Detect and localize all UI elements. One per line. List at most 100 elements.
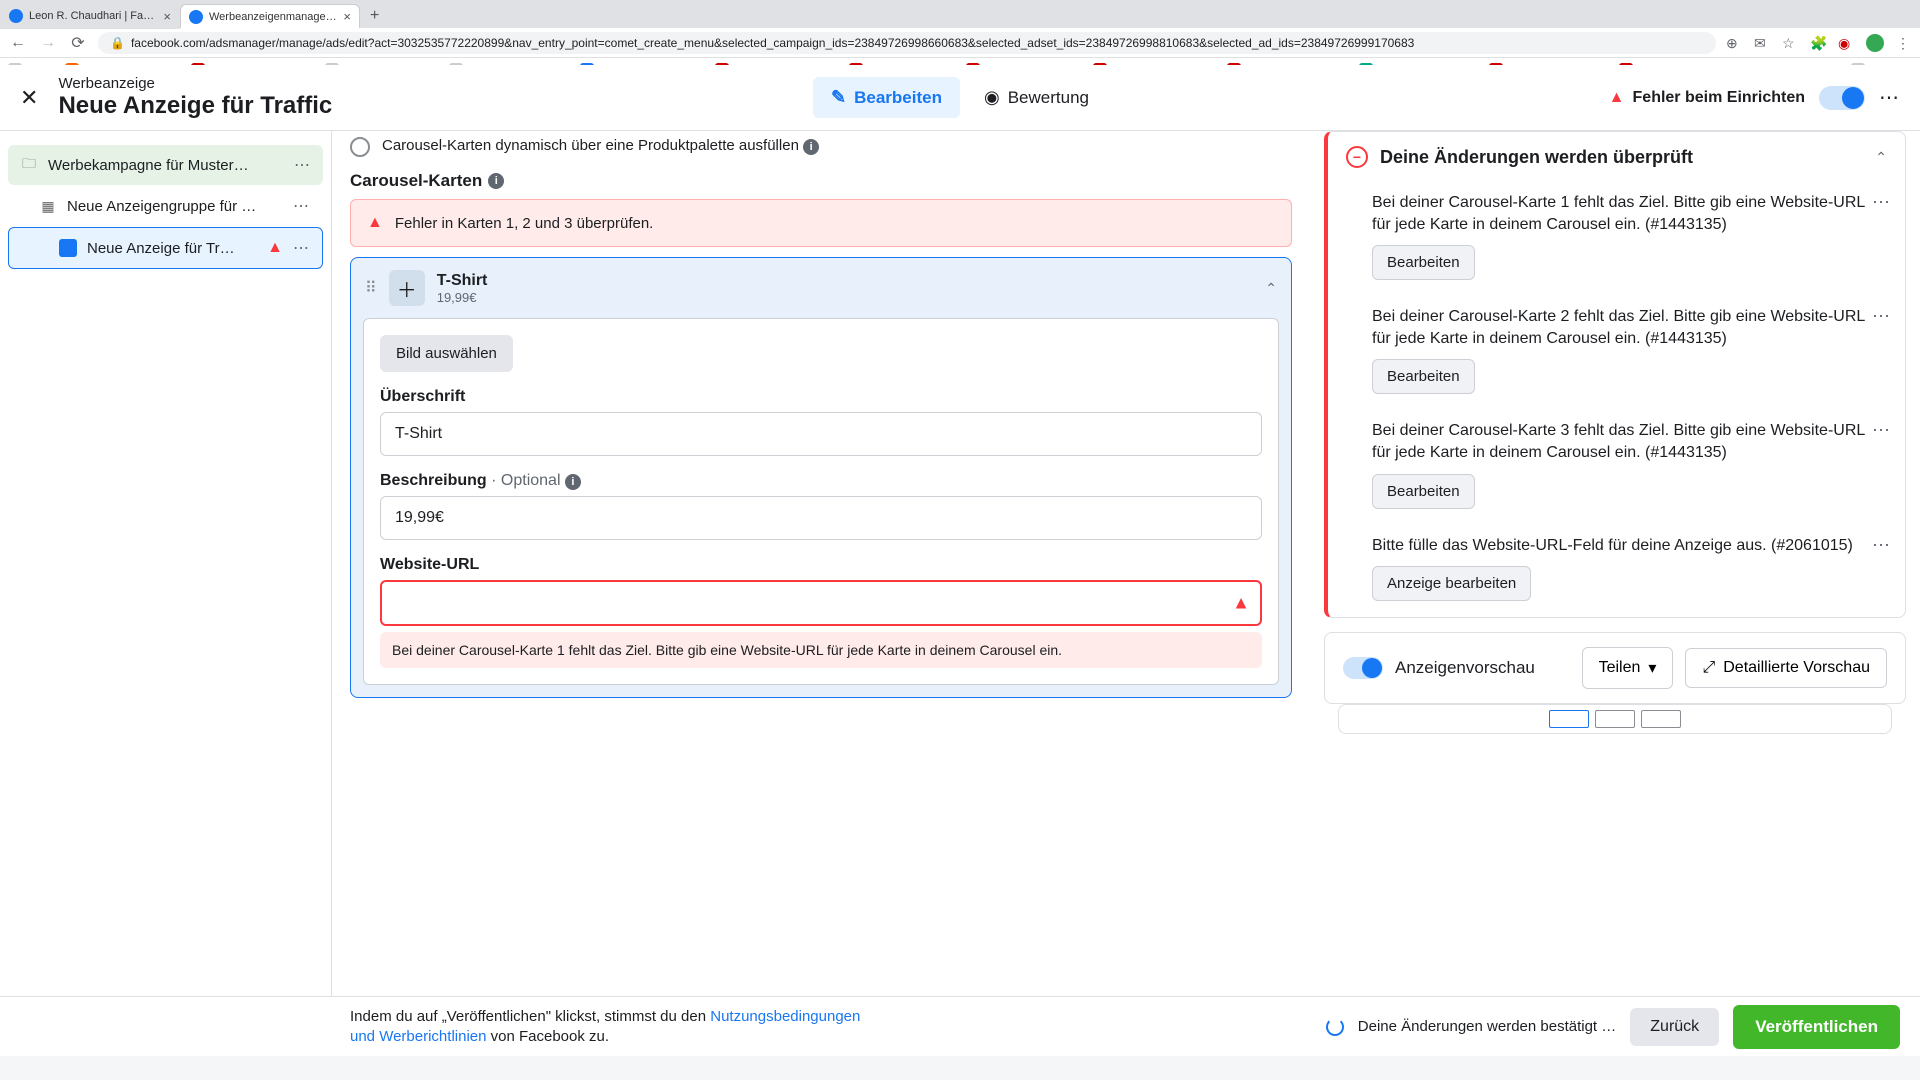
tab-title: Leon R. Chaudhari | Facebook (29, 10, 157, 22)
warning-icon: ▲ (1609, 89, 1625, 107)
browser-tab[interactable]: Leon R. Chaudhari | Facebook × (0, 4, 180, 29)
extension-icon[interactable]: 🧩 (1810, 35, 1826, 51)
card-header: ⠿ ＋ T-Shirt 19,99€ ⌃ (351, 258, 1291, 318)
review-column: − Deine Änderungen werden überprüft ⌃ Be… (1310, 131, 1920, 996)
info-icon[interactable]: i (803, 139, 819, 155)
publish-button[interactable]: Veröffentlichen (1733, 1005, 1900, 1049)
edit-button[interactable]: Bearbeiten (1372, 474, 1475, 509)
footer-legal: Indem du auf „Veröffentlichen" klickst, … (350, 1007, 870, 1046)
radio-dynamic-cards[interactable]: Carousel-Karten dynamisch über eine Prod… (350, 131, 1292, 163)
more-icon[interactable]: ⋯ (1872, 306, 1891, 327)
label-headline: Überschrift (380, 388, 1262, 406)
info-icon[interactable]: i (565, 474, 581, 490)
setup-error-chip: ▲ Fehler beim Einrichten (1609, 89, 1805, 107)
header-toggle[interactable] (1819, 86, 1865, 110)
back-icon[interactable]: ← (8, 34, 28, 52)
chevron-down-icon: ▾ (1648, 658, 1656, 678)
tab-title: Werbeanzeigenmanager - We… (209, 11, 337, 23)
menu-icon[interactable]: ⋮ (1896, 35, 1912, 51)
minus-circle-icon: − (1346, 146, 1368, 168)
nav-adset[interactable]: ▦ Neue Anzeigengruppe für … ⋯ (8, 185, 323, 227)
shield-icon[interactable]: ◉ (1838, 35, 1854, 51)
issue-text: Bei deiner Carousel-Karte 3 fehlt das Zi… (1372, 420, 1887, 463)
preview-panel: Anzeigenvorschau Teilen▾ ⤢Detaillierte V… (1324, 632, 1906, 704)
thumbnail[interactable] (1549, 710, 1589, 728)
facebook-favicon-icon (189, 10, 203, 24)
eye-icon: ◉ (984, 87, 1000, 108)
spinner-icon (1326, 1018, 1344, 1036)
tab-edit[interactable]: ✎ Bearbeiten (813, 77, 960, 118)
carousel-card-editor: ⠿ ＋ T-Shirt 19,99€ ⌃ Bild auswählen Über… (350, 257, 1292, 698)
url-bar[interactable]: 🔒 facebook.com/adsmanager/manage/ads/edi… (98, 32, 1716, 54)
detailed-preview-button[interactable]: ⤢Detaillierte Vorschau (1685, 648, 1887, 688)
url-text: facebook.com/adsmanager/manage/ads/edit?… (131, 36, 1414, 50)
search-icon[interactable]: ⊕ (1726, 35, 1742, 51)
share-button[interactable]: Teilen▾ (1582, 647, 1674, 689)
facebook-favicon-icon (9, 9, 23, 23)
nav-campaign[interactable]: 🗀 Werbekampagne für Muster… ⋯ (8, 145, 323, 185)
more-icon[interactable]: ⋯ (293, 196, 310, 216)
label-description: Beschreibung · Optional i (380, 472, 1262, 490)
page-title: Neue Anzeige für Traffic (58, 92, 332, 120)
headline-input[interactable] (380, 412, 1262, 456)
review-header[interactable]: − Deine Änderungen werden überprüft ⌃ (1328, 132, 1905, 182)
more-icon[interactable]: ⋯ (294, 155, 311, 175)
select-image-button[interactable]: Bild auswählen (380, 335, 513, 372)
more-icon[interactable]: ⋯ (1872, 420, 1891, 441)
label-website-url: Website-URL (380, 556, 1262, 574)
browser-tab-active[interactable]: Werbeanzeigenmanager - We… × (180, 4, 360, 28)
close-button[interactable]: ✕ (20, 85, 38, 111)
website-url-input[interactable] (380, 580, 1262, 626)
add-media-button[interactable]: ＋ (389, 270, 425, 306)
thumbnail[interactable] (1595, 710, 1635, 728)
description-input[interactable] (380, 496, 1262, 540)
form-column: Carousel-Karten dynamisch über eine Prod… (332, 131, 1310, 996)
share-icon[interactable]: ✉ (1754, 35, 1770, 51)
back-button[interactable]: Zurück (1630, 1008, 1719, 1046)
toggle-knob (1362, 658, 1382, 678)
radio-icon[interactable] (350, 137, 370, 157)
edit-button[interactable]: Bearbeiten (1372, 245, 1475, 280)
thumbnail[interactable] (1641, 710, 1681, 728)
preview-title: Anzeigenvorschau (1395, 658, 1570, 678)
more-icon[interactable]: ⋯ (1872, 192, 1891, 213)
close-icon[interactable]: × (343, 9, 351, 24)
more-icon[interactable]: ⋯ (293, 238, 310, 258)
campaign-nav: 🗀 Werbekampagne für Muster… ⋯ ▦ Neue Anz… (0, 131, 332, 996)
expand-icon: ⤢ (1702, 659, 1715, 677)
star-icon[interactable]: ☆ (1782, 35, 1798, 51)
browser-chrome: Leon R. Chaudhari | Facebook × Werbeanze… (0, 0, 1920, 65)
tab-bar: Leon R. Chaudhari | Facebook × Werbeanze… (0, 0, 1920, 28)
close-icon[interactable]: × (163, 9, 171, 24)
chevron-up-icon[interactable]: ⌃ (1265, 280, 1277, 297)
reload-icon[interactable]: ⟳ (68, 33, 88, 53)
more-icon[interactable]: ⋯ (1872, 535, 1891, 556)
warning-icon: ▲ (1232, 593, 1250, 614)
pencil-icon: ✎ (831, 87, 846, 108)
more-menu-button[interactable]: ⋯ (1879, 85, 1900, 110)
profile-avatar[interactable] (1866, 34, 1884, 52)
browser-actions: ⊕ ✉ ☆ 🧩 ◉ ⋮ (1726, 34, 1912, 52)
header-titles: Werbeanzeige Neue Anzeige für Traffic (58, 75, 332, 120)
card-title-block: T-Shirt 19,99€ (437, 272, 488, 305)
review-issue: Bei deiner Carousel-Karte 3 fehlt das Zi… (1328, 410, 1905, 524)
drag-handle-icon[interactable]: ⠿ (365, 278, 377, 298)
nav-ad-active[interactable]: Neue Anzeige für Tr… ▲ ⋯ (8, 227, 323, 269)
section-carousel-cards: Carousel-Karten i (350, 171, 1292, 191)
edit-button[interactable]: Bearbeiten (1372, 359, 1475, 394)
tab-review[interactable]: ◉ Bewertung (966, 77, 1107, 118)
app-header: ✕ Werbeanzeige Neue Anzeige für Traffic … (0, 65, 1920, 131)
review-panel: − Deine Änderungen werden überprüft ⌃ Be… (1324, 131, 1906, 618)
forward-icon[interactable]: → (38, 34, 58, 52)
lock-icon: 🔒 (110, 36, 125, 50)
grid-icon: ▦ (39, 197, 57, 215)
toggle-knob (1842, 87, 1864, 109)
info-icon[interactable]: i (488, 173, 504, 189)
card-price: 19,99€ (437, 290, 488, 305)
edit-ad-button[interactable]: Anzeige bearbeiten (1372, 566, 1531, 601)
preview-toggle[interactable] (1343, 657, 1383, 679)
chevron-up-icon[interactable]: ⌃ (1875, 149, 1887, 166)
header-right: ▲ Fehler beim Einrichten ⋯ (1609, 85, 1900, 110)
card-title: T-Shirt (437, 272, 488, 290)
new-tab-button[interactable]: + (360, 7, 389, 25)
